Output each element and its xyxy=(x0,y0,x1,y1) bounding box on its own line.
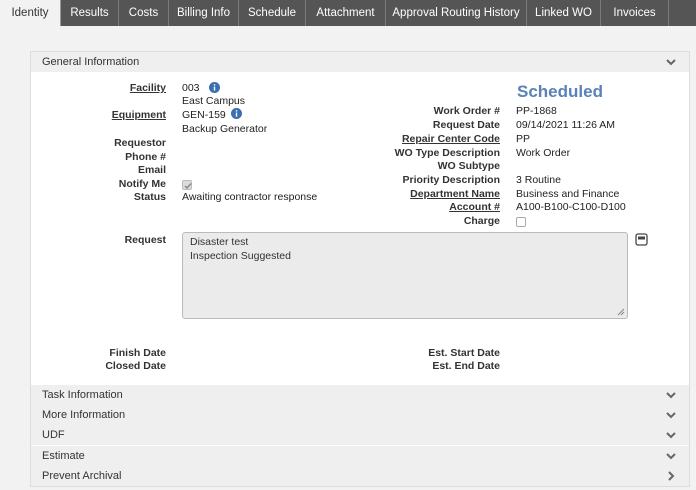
section-label: Estimate xyxy=(42,450,85,462)
tab-attachment[interactable]: Attachment xyxy=(306,0,386,26)
request-date-value: 09/14/2021 11:26 AM xyxy=(516,119,616,131)
work-order-value: PP-1868 xyxy=(516,105,557,117)
section-estimate[interactable]: Estimate xyxy=(31,446,689,466)
work-order-status: Scheduled xyxy=(517,82,603,101)
account-label[interactable]: Account # xyxy=(449,201,500,213)
notify-me-label: Notify Me xyxy=(118,178,166,190)
tab-schedule[interactable]: Schedule xyxy=(239,0,306,26)
tab-approval-routing-history[interactable]: Approval Routing History xyxy=(386,0,527,26)
priority-label: Priority Description xyxy=(402,174,500,186)
tab-identity[interactable]: Identity xyxy=(0,0,61,26)
chevron-down-icon[interactable] xyxy=(665,389,677,401)
section-prevent-archival[interactable]: Prevent Archival xyxy=(31,466,689,486)
est-start-date-label: Est. Start Date xyxy=(428,347,500,359)
section-label: Prevent Archival xyxy=(42,470,122,482)
requestor-label: Requestor xyxy=(114,137,166,149)
general-information-header[interactable]: General Information xyxy=(31,52,689,72)
wo-type-value: Work Order xyxy=(516,147,571,159)
request-textarea[interactable]: Disaster test Inspection Suggested xyxy=(182,232,628,319)
account-value: A100-B100-C100-D100 xyxy=(516,201,626,213)
request-line-2: Inspection Suggested xyxy=(190,250,291,262)
equipment-name: Backup Generator xyxy=(182,123,268,135)
section-label: UDF xyxy=(42,429,65,441)
repair-center-value: PP xyxy=(516,133,531,145)
wo-type-label: WO Type Description xyxy=(394,147,500,159)
tab-invoices[interactable]: Invoices xyxy=(601,0,669,26)
section-task-information[interactable]: Task Information xyxy=(31,385,689,405)
wo-subtype-label: WO Subtype xyxy=(437,160,500,172)
note-icon[interactable] xyxy=(635,233,648,246)
email-label: Email xyxy=(137,164,166,176)
equipment-code: GEN-159 xyxy=(182,109,226,121)
status-value: Awaiting contractor response xyxy=(182,191,318,203)
closed-date-label: Closed Date xyxy=(105,360,166,372)
phone-label: Phone # xyxy=(125,151,166,163)
tab-results[interactable]: Results xyxy=(61,0,119,26)
section-label: More Information xyxy=(42,409,126,421)
finish-date-label: Finish Date xyxy=(109,347,166,359)
request-line-1: Disaster test xyxy=(190,236,249,248)
resize-handle-icon[interactable] xyxy=(615,306,625,316)
section-label: Task Information xyxy=(42,389,123,401)
tab-bar: Identity Results Costs Billing Info Sche… xyxy=(0,0,696,26)
facility-label[interactable]: Facility xyxy=(130,82,166,94)
equipment-info-icon[interactable] xyxy=(231,108,242,119)
chevron-down-icon[interactable] xyxy=(665,429,677,441)
chevron-down-icon[interactable] xyxy=(665,56,677,68)
tab-linked-wo[interactable]: Linked WO xyxy=(527,0,601,26)
facility-info-icon[interactable] xyxy=(209,82,220,93)
request-label: Request xyxy=(124,234,166,246)
status-label: Status xyxy=(133,191,166,203)
section-udf[interactable]: UDF xyxy=(31,425,689,445)
est-end-date-label: Est. End Date xyxy=(432,360,500,372)
facility-code: 003 xyxy=(182,82,200,94)
department-value: Business and Finance xyxy=(516,188,620,200)
tab-costs[interactable]: Costs xyxy=(119,0,169,26)
priority-value: 3 Routine xyxy=(516,174,561,186)
chevron-down-icon[interactable] xyxy=(665,450,677,462)
facility-name: East Campus xyxy=(182,95,246,107)
chevron-right-icon[interactable] xyxy=(665,470,677,482)
chevron-down-icon[interactable] xyxy=(665,409,677,421)
general-information-title: General Information xyxy=(42,56,140,68)
department-label[interactable]: Department Name xyxy=(410,188,500,200)
charge-checkbox[interactable] xyxy=(516,217,526,227)
notify-me-checkbox[interactable] xyxy=(182,180,192,190)
tab-billing-info[interactable]: Billing Info xyxy=(169,0,239,26)
equipment-label[interactable]: Equipment xyxy=(112,109,166,121)
section-more-information[interactable]: More Information xyxy=(31,405,689,425)
work-order-label: Work Order # xyxy=(433,105,500,117)
repair-center-label[interactable]: Repair Center Code xyxy=(402,133,500,145)
charge-label: Charge xyxy=(463,215,500,227)
request-date-label: Request Date xyxy=(432,119,500,131)
